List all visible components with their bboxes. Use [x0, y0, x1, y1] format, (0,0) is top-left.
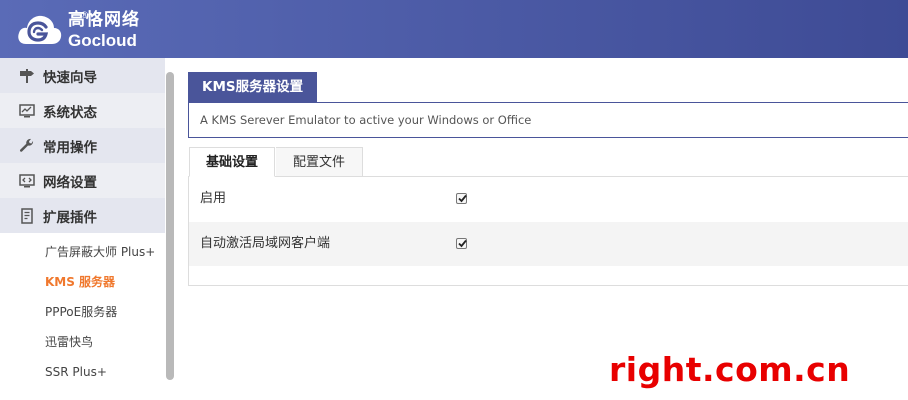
option-label: 启用 [200, 191, 227, 206]
sidebar-item-label: 扩展插件 [43, 209, 97, 226]
sidebar-item-extensions[interactable]: 扩展插件 [0, 198, 165, 233]
tab-config-file[interactable]: 配置文件 [276, 147, 363, 177]
sidebar-item-label: 系统状态 [43, 104, 97, 121]
submenu-item-kms-server[interactable]: KMS 服务器 [0, 267, 165, 297]
wrench-icon [18, 137, 36, 155]
tab-bar: 基础设置 配置文件 [188, 147, 908, 177]
enable-checkbox[interactable] [456, 193, 467, 204]
site-watermark: right.com.cn [609, 350, 851, 389]
registered-mark: ® [80, 11, 89, 21]
sidebar-item-common-ops[interactable]: 常用操作 [0, 128, 165, 163]
submenu-item-xunlei[interactable]: 迅雷快鸟 [0, 327, 165, 357]
brand-name-cn: 高恪网络 [68, 9, 140, 30]
checkmark-icon [458, 239, 467, 248]
submenu-item-pppoe-server[interactable]: PPPoE服务器 [0, 297, 165, 327]
sidebar-item-system-status[interactable]: 系统状态 [0, 93, 165, 128]
top-header: ® 高恪网络 Gocloud [0, 0, 908, 58]
sidebar-item-label: 常用操作 [43, 139, 97, 156]
plugin-doc-icon [18, 207, 36, 225]
brand-name-en: Gocloud [68, 30, 137, 50]
option-row-enable: 启用 [189, 177, 908, 221]
network-screen-icon [18, 172, 36, 190]
section-description: A KMS Serever Emulator to active your Wi… [188, 102, 908, 138]
monitor-icon [18, 102, 36, 120]
submenu-item-ssr-plus[interactable]: SSR Plus+ [0, 357, 165, 387]
signpost-icon [18, 67, 36, 85]
option-row-auto-activate: 自动激活局域网客户端 [189, 222, 908, 266]
sidebar-item-label: 网络设置 [43, 174, 97, 191]
tab-basic-settings[interactable]: 基础设置 [189, 147, 275, 177]
checkmark-icon [458, 194, 467, 203]
option-label: 自动激活局域网客户端 [200, 236, 331, 251]
auto-activate-checkbox[interactable] [456, 238, 467, 249]
brand-logo[interactable]: ® 高恪网络 Gocloud [16, 8, 140, 52]
sidebar-item-network-settings[interactable]: 网络设置 [0, 163, 165, 198]
sidebar-scrollbar[interactable] [166, 72, 174, 380]
submenu-item-adblock[interactable]: 广告屏蔽大师 Plus+ [0, 237, 165, 267]
extensions-submenu: 广告屏蔽大师 Plus+ KMS 服务器 PPPoE服务器 迅雷快鸟 SSR P… [0, 237, 165, 387]
gocloud-logo-icon [18, 15, 62, 45]
sidebar: 快速向导 系统状态 常用操作 网络设置 扩展插件 广告屏蔽大师 Plus+ KM… [0, 58, 165, 400]
settings-panel: 启用 自动激活局域网客户端 [188, 176, 908, 286]
section-title: KMS服务器设置 [188, 72, 318, 102]
sidebar-item-quick-guide[interactable]: 快速向导 [0, 58, 165, 93]
sidebar-item-label: 快速向导 [43, 69, 97, 86]
